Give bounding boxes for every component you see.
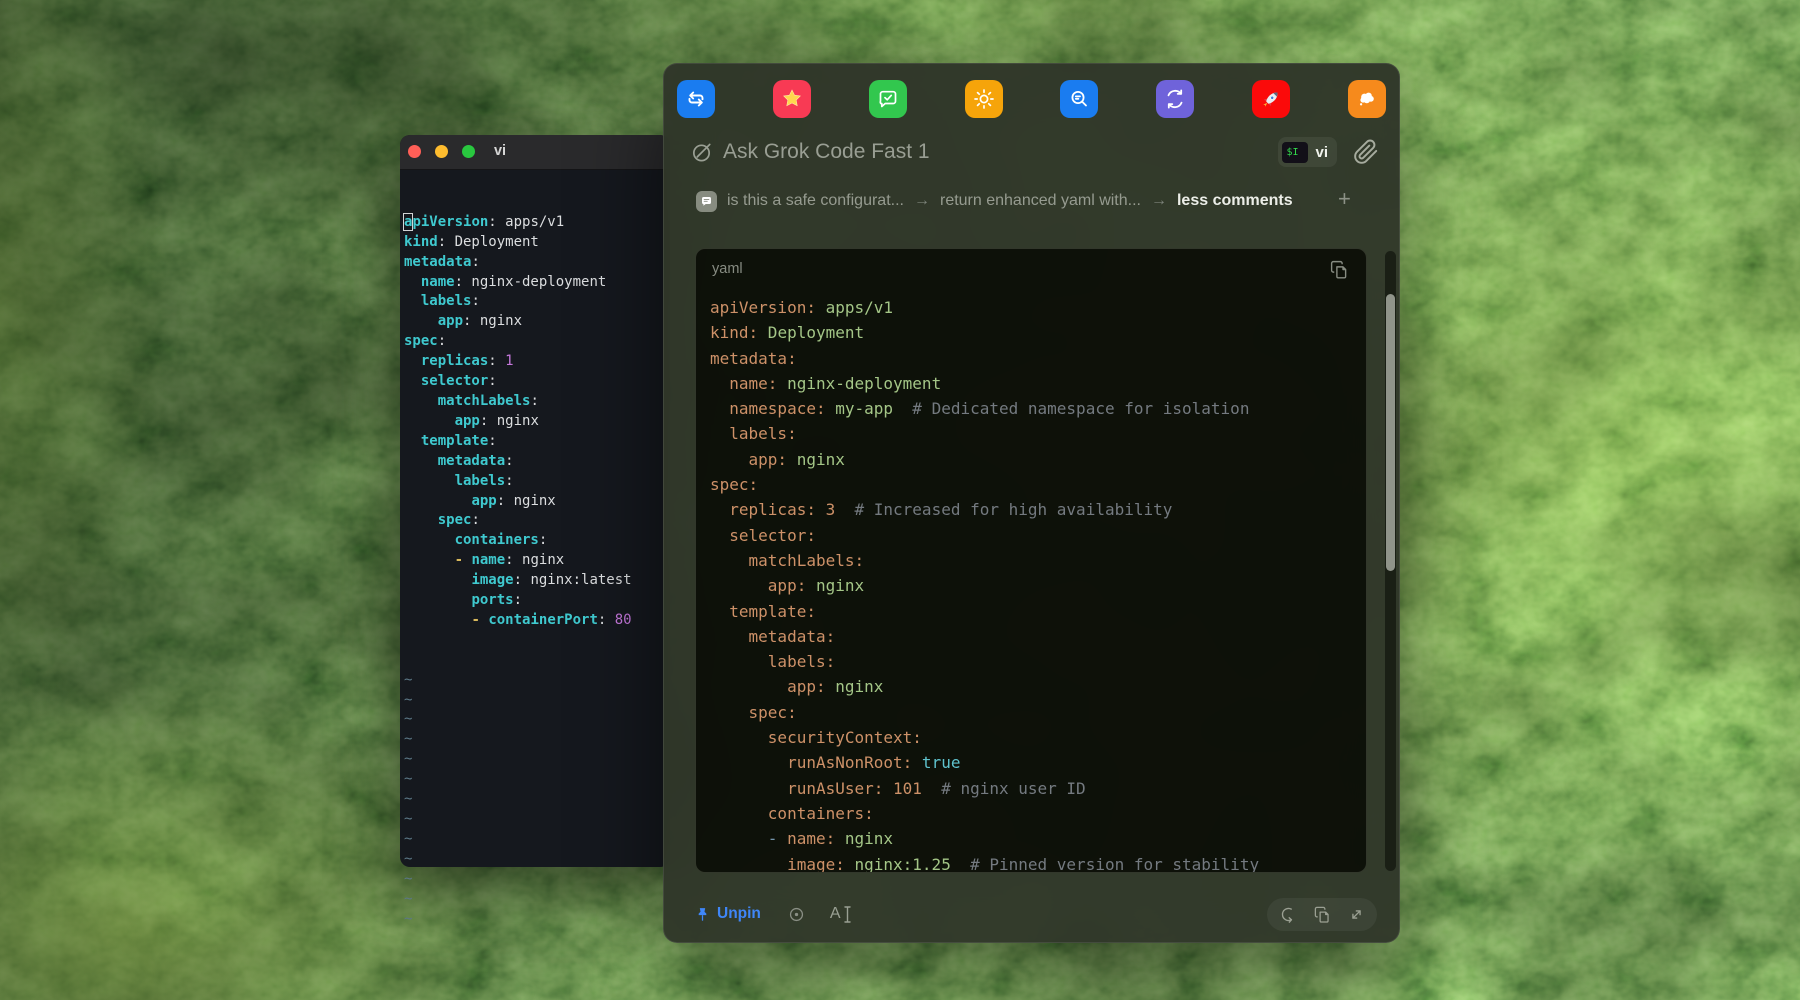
expand-icon[interactable] — [1347, 905, 1366, 924]
breadcrumb-item-2[interactable]: return enhanced yaml with... — [940, 192, 1141, 210]
prompt-placeholder[interactable]: Ask Grok Code Fast 1 — [723, 140, 930, 164]
paperclip-icon — [1353, 139, 1379, 165]
chat-check-icon[interactable] — [869, 80, 907, 118]
rerun-icon[interactable] — [1279, 905, 1298, 924]
rocket-icon[interactable] — [1252, 80, 1290, 118]
arrow-right-icon: → — [914, 192, 930, 210]
breadcrumb: is this a safe configurat... → return en… — [696, 189, 1359, 213]
code-language-label: yaml — [712, 261, 743, 277]
thought-bubble-icon[interactable] — [1348, 80, 1386, 118]
grok-assistant-window: Ask Grok Code Fast 1 $I vi is this a saf… — [663, 63, 1400, 943]
ai-edit-label: A — [830, 905, 841, 923]
conversation-icon[interactable] — [696, 191, 717, 212]
attach-button[interactable] — [1353, 139, 1379, 165]
prompt-row: Ask Grok Code Fast 1 $I vi — [690, 134, 1379, 170]
copy-icon[interactable] — [1313, 905, 1332, 924]
pin-icon — [694, 906, 711, 923]
vi-terminal-window: vi apiVersion: apps/v1kind: Deploymentme… — [400, 135, 670, 867]
terminal-mini-icon: $I — [1282, 142, 1308, 163]
repeat-icon[interactable] — [677, 80, 715, 118]
scrollbar-track[interactable] — [1385, 251, 1396, 871]
breadcrumb-item-3-active[interactable]: less comments — [1177, 192, 1293, 210]
copy-code-button[interactable] — [1329, 259, 1350, 280]
scrollbar-thumb[interactable] — [1386, 294, 1395, 571]
brightness-icon[interactable] — [965, 80, 1003, 118]
yaml-code-card: yaml apiVersion: apps/v1kind: Deployment… — [695, 248, 1367, 873]
desktop: vi apiVersion: apps/v1kind: Deploymentme… — [0, 0, 1800, 1000]
star-icon[interactable] — [773, 80, 811, 118]
code-card-header: yaml — [696, 249, 1366, 289]
record-button[interactable] — [787, 905, 806, 924]
copy-icon — [1329, 259, 1350, 280]
vi-empty-lines: ~~~~~~~~~~~~~ — [404, 671, 670, 930]
context-badge-label: vi — [1315, 144, 1328, 161]
context-badge-vi[interactable]: $I vi — [1278, 137, 1337, 167]
ai-edit-button[interactable]: A — [830, 905, 852, 924]
search-document-icon[interactable] — [1060, 80, 1098, 118]
sync-icon[interactable] — [1156, 80, 1194, 118]
vi-window-title: vi — [400, 143, 600, 159]
quick-action-row — [677, 72, 1386, 126]
unpin-button[interactable]: Unpin — [694, 905, 761, 923]
yaml-code-content[interactable]: apiVersion: apps/v1kind: Deploymentmetad… — [696, 289, 1366, 873]
arrow-right-icon: → — [1151, 192, 1167, 210]
add-tab-button[interactable]: + — [1338, 186, 1351, 212]
vi-titlebar[interactable]: vi — [400, 135, 670, 170]
record-icon — [787, 905, 806, 924]
vi-yaml-buffer: apiVersion: apps/v1kind: Deploymentmetad… — [404, 213, 670, 631]
vi-editor-content[interactable]: apiVersion: apps/v1kind: Deploymentmetad… — [400, 170, 670, 969]
unpin-label: Unpin — [717, 905, 761, 923]
footer-toolbar: Unpin A — [694, 896, 1377, 932]
breadcrumb-item-1[interactable]: is this a safe configurat... — [727, 192, 904, 210]
text-cursor-icon — [843, 905, 852, 924]
grok-logo-icon — [690, 141, 713, 164]
footer-action-pill — [1267, 898, 1377, 931]
